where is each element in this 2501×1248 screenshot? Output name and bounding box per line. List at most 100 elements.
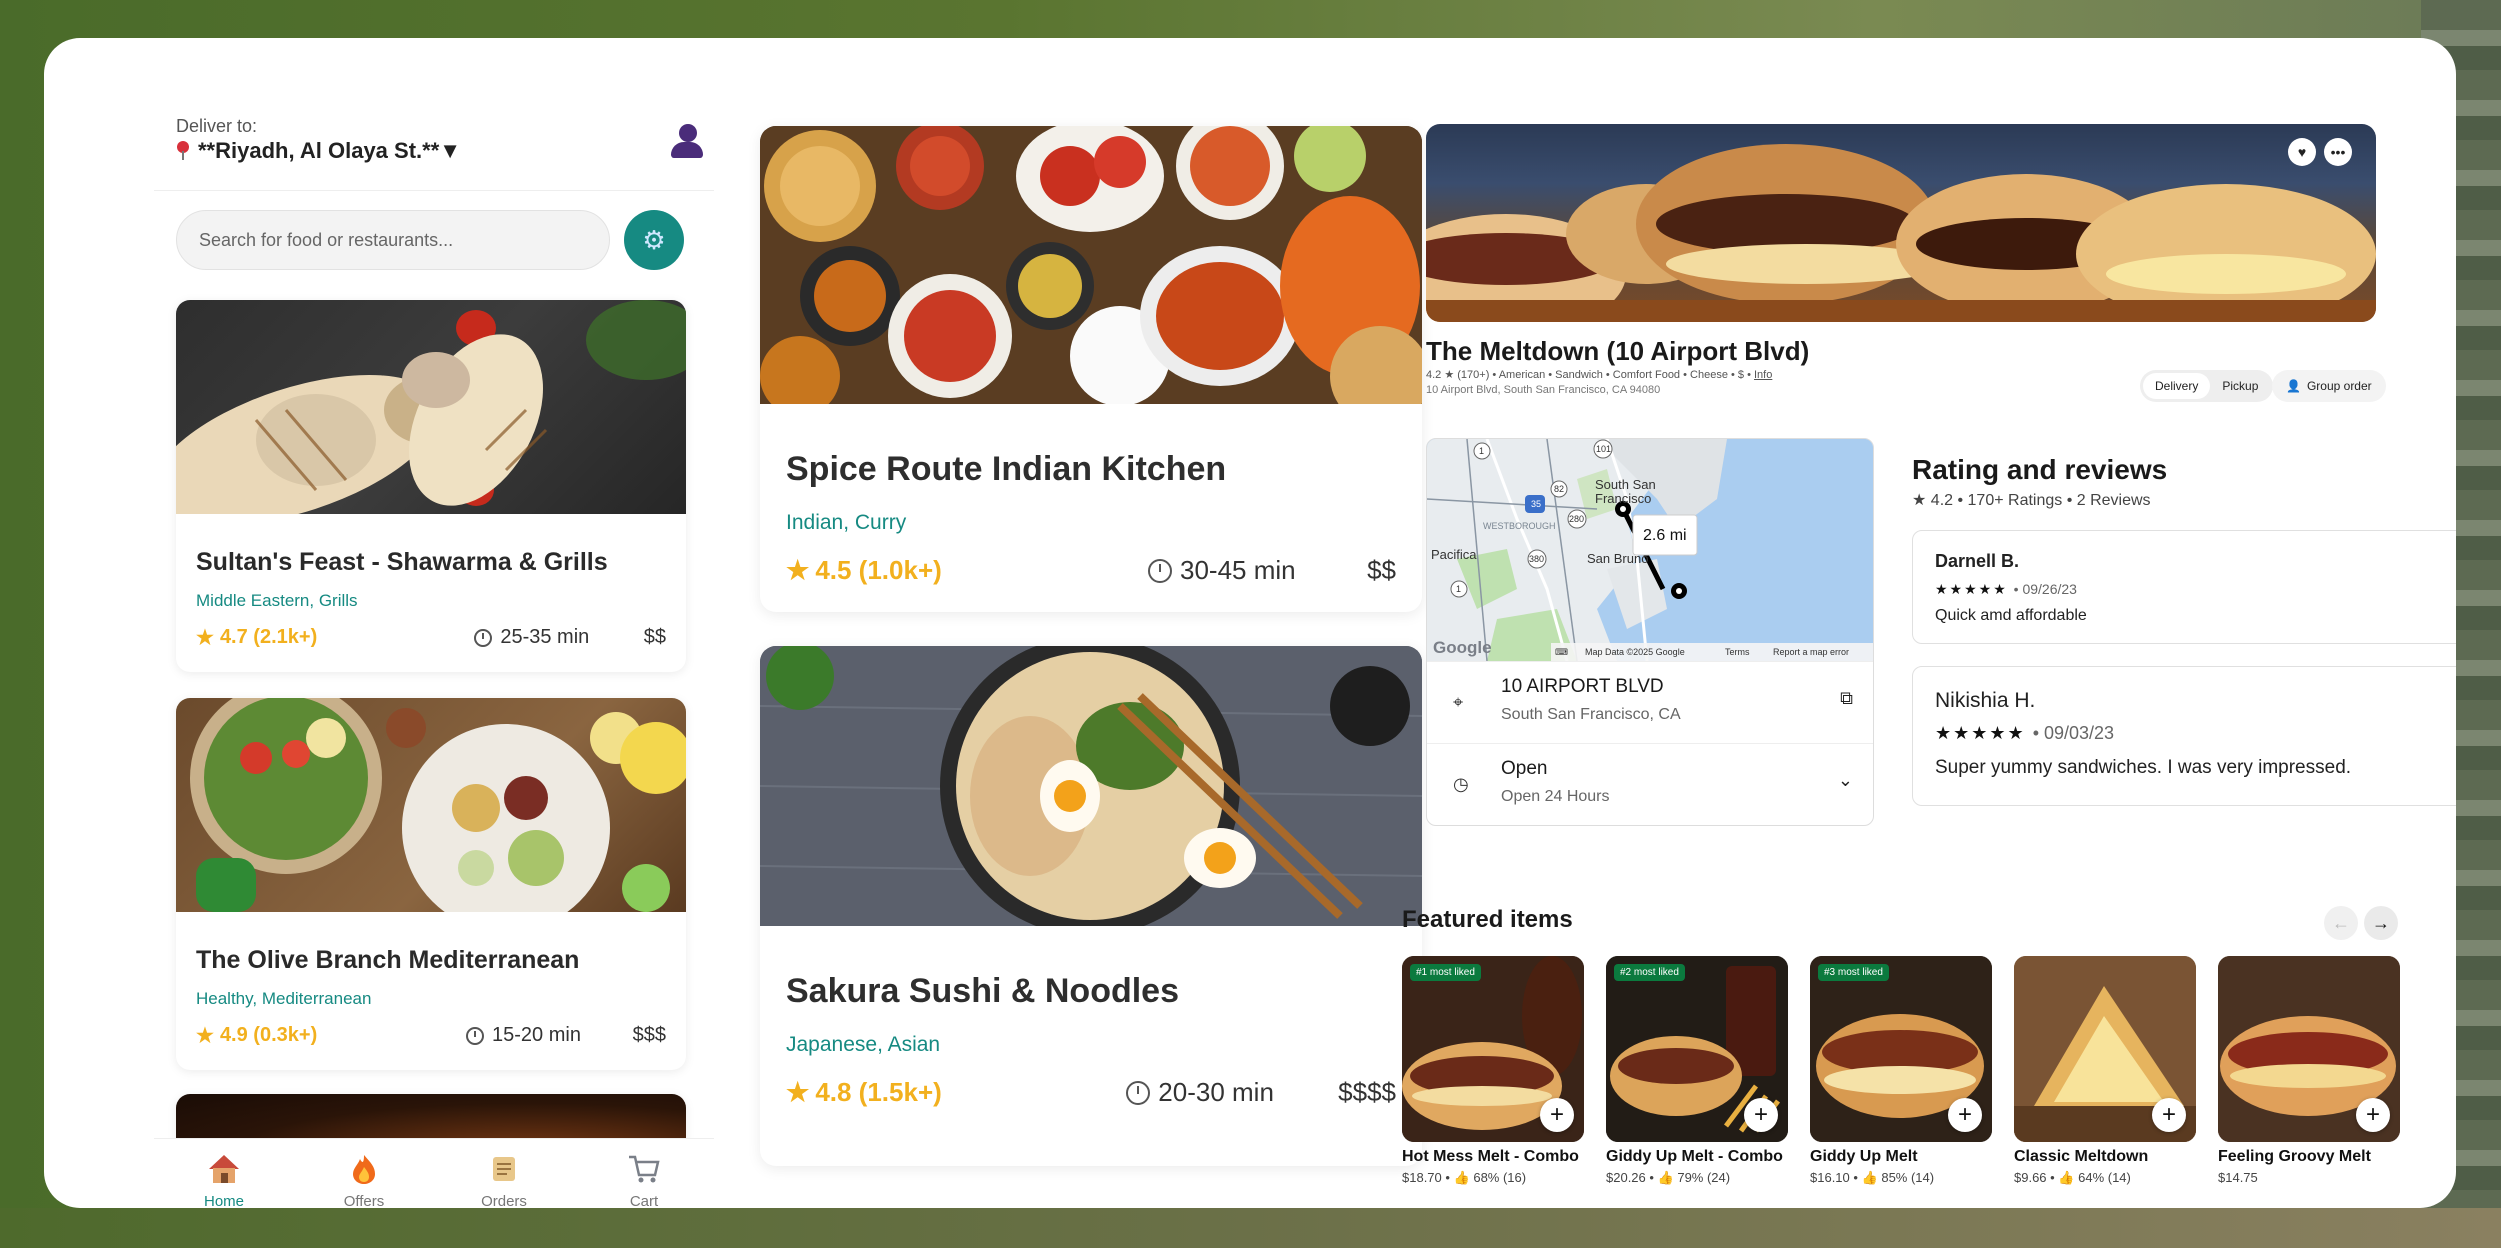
favorite-button[interactable]: ♥ bbox=[2288, 138, 2316, 166]
featured-item[interactable]: #1 most liked + Hot Mess Melt - Combo $1… bbox=[1402, 956, 1584, 1186]
more-button[interactable]: ••• bbox=[2324, 138, 2352, 166]
restaurant-rating: ★ 4.9 (0.3k+) bbox=[196, 1024, 318, 1047]
restaurant-meta: ★ 4.7 (2.1k+) 25-35 min $$ bbox=[196, 625, 666, 650]
store-name: The Meltdown (10 Airport Blvd) bbox=[1426, 336, 1810, 366]
featured-item[interactable]: #3 most liked + Giddy Up Melt $16.10 • 👍… bbox=[1810, 956, 1992, 1186]
review-card[interactable]: Darnell B. ★★★★★ • 09/26/23 Quick amd af… bbox=[1912, 530, 2456, 644]
reviewer-name: Nikishia H. bbox=[1935, 689, 2036, 712]
review-card[interactable]: Nikishia H. ★★★★★ • 09/03/23 Super yummy… bbox=[1912, 666, 2456, 806]
star-icon: ★ bbox=[196, 1025, 214, 1047]
map-label: Francisco bbox=[1595, 491, 1651, 506]
featured-item[interactable]: + Classic Meltdown $9.66 • 👍 64% (14) bbox=[2014, 956, 2196, 1186]
pickup-option[interactable]: Pickup bbox=[2210, 373, 2270, 399]
address-row[interactable]: ⌖ 10 AIRPORT BLVD South San Francisco, C… bbox=[1427, 661, 1873, 743]
price-level: $$ bbox=[1367, 555, 1397, 585]
sandwich-image: #2 most liked + bbox=[1606, 956, 1788, 1142]
restaurant-cuisine: Middle Eastern, Grills bbox=[196, 591, 358, 610]
distance-label: 2.6 mi bbox=[1643, 527, 1687, 544]
restaurant-card[interactable]: Spice Route Indian Kitchen Indian, Curry… bbox=[760, 126, 1422, 612]
search-input[interactable]: Search for food or restaurants... bbox=[176, 210, 610, 270]
review-stars: ★★★★★ • 09/26/23 bbox=[1935, 581, 2077, 597]
nav-label: Offers bbox=[343, 1193, 385, 1208]
add-button[interactable]: + bbox=[2152, 1098, 2186, 1132]
review-date: • 09/26/23 bbox=[2013, 581, 2077, 597]
store-address: 10 Airport Blvd, South San Francisco, CA… bbox=[1426, 384, 1661, 396]
hours-row[interactable]: ◷ Open Open 24 Hours ⌄ bbox=[1427, 743, 1873, 825]
clock-icon: ◷ bbox=[1453, 774, 1469, 794]
shawarma-image bbox=[176, 300, 686, 514]
nav-cart[interactable]: Cart bbox=[574, 1139, 714, 1208]
nav-offers[interactable]: Offers bbox=[294, 1139, 434, 1208]
more-icon: ••• bbox=[2330, 144, 2346, 160]
restaurant-card[interactable]: Sultan's Feast - Shawarma & Grills Middl… bbox=[176, 300, 686, 672]
star-icon: ★ bbox=[786, 1077, 810, 1107]
route-shield: 1 bbox=[1479, 446, 1484, 456]
info-link[interactable]: Info bbox=[1754, 369, 1772, 381]
google-logo: Google bbox=[1433, 638, 1492, 657]
sandwich-image: #3 most liked + bbox=[1810, 956, 1992, 1142]
nav-home[interactable]: Home bbox=[154, 1139, 294, 1208]
clock-icon bbox=[466, 1026, 484, 1045]
next-button[interactable]: → bbox=[2364, 906, 2398, 940]
map-footer-text: Map Data ©2025 Google bbox=[1585, 647, 1685, 657]
background-strip bbox=[0, 1208, 2501, 1248]
add-button[interactable]: + bbox=[1744, 1098, 1778, 1132]
map-footer-text: Terms bbox=[1725, 647, 1750, 657]
restaurant-card[interactable]: The Olive Branch Mediterranean Healthy, … bbox=[176, 698, 686, 1070]
reviews-summary: ★ 4.2 • 170+ Ratings • 2 Reviews bbox=[1912, 492, 2151, 509]
location-selector[interactable]: **Riyadh, Al Olaya St.**▼ bbox=[176, 138, 461, 164]
featured-item[interactable]: + Feeling Groovy Melt $14.75 bbox=[2218, 956, 2400, 1185]
item-name: Feeling Groovy Melt bbox=[2218, 1148, 2371, 1165]
review-text: Quick amd affordable bbox=[1935, 607, 2087, 624]
copy-icon[interactable]: ⧉ bbox=[1840, 688, 1853, 709]
nav-orders[interactable]: Orders bbox=[434, 1139, 574, 1208]
reviews-title: Rating and reviews bbox=[1912, 454, 2168, 485]
pin-icon bbox=[176, 141, 190, 161]
restaurant-meta: ★ 4.5 (1.0k+) 30-45 min $$ bbox=[786, 555, 1396, 586]
filter-button[interactable]: ⚙ bbox=[624, 210, 684, 270]
delivery-pickup-toggle[interactable]: Delivery Pickup bbox=[2140, 370, 2274, 402]
salad-image bbox=[176, 698, 686, 912]
map[interactable]: 35 1 101 82 280 380 1 South San Francisc… bbox=[1427, 439, 1873, 661]
clock-icon bbox=[1148, 558, 1172, 583]
price-level: $$ bbox=[643, 626, 666, 648]
restaurant-cuisine: Indian, Curry bbox=[786, 511, 907, 534]
star-icon: ★ bbox=[786, 555, 810, 585]
group-order-button[interactable]: 👤 Group order bbox=[2272, 370, 2386, 402]
item-meta: $20.26 • 👍 79% (24) bbox=[1606, 1170, 1731, 1185]
main-panel: Deliver to: **Riyadh, Al Olaya St.**▼ Se… bbox=[44, 38, 2456, 1208]
heart-icon: ♥ bbox=[2297, 144, 2307, 160]
restaurant-rating: ★ 4.5 (1.0k+) bbox=[786, 555, 942, 585]
user-plus-icon: 👤 bbox=[2286, 379, 2301, 393]
map-label: South San bbox=[1595, 477, 1656, 492]
delivery-option[interactable]: Delivery bbox=[2143, 373, 2211, 399]
prev-button[interactable]: ← bbox=[2324, 906, 2358, 940]
location-text: **Riyadh, Al Olaya St.**▼ bbox=[198, 138, 462, 163]
add-button[interactable]: + bbox=[1540, 1098, 1574, 1132]
city-line: South San Francisco, CA bbox=[1501, 706, 1681, 723]
gear-icon: ⚙ bbox=[642, 224, 666, 255]
review-text: Super yummy sandwiches. I was very impre… bbox=[1935, 757, 2352, 778]
review-date: • 09/03/23 bbox=[2032, 723, 2115, 743]
restaurant-card[interactable]: Sakura Sushi & Noodles Japanese, Asian ★… bbox=[760, 646, 1422, 1166]
price-level: $$$$ bbox=[1338, 1077, 1396, 1107]
item-meta: $9.66 • 👍 64% (14) bbox=[2014, 1170, 2131, 1185]
review-stars: ★★★★★ • 09/03/23 bbox=[1935, 723, 2115, 743]
add-button[interactable]: + bbox=[1948, 1098, 1982, 1132]
route-shield: 82 bbox=[1554, 484, 1564, 494]
route-shield: 101 bbox=[1596, 444, 1611, 454]
ramen-image bbox=[760, 646, 1422, 926]
featured-item[interactable]: #2 most liked + Giddy Up Melt - Combo $2… bbox=[1606, 956, 1788, 1186]
arrow-left-icon: ← bbox=[2332, 912, 2350, 933]
profile-icon[interactable] bbox=[669, 122, 705, 160]
route-shield: 1 bbox=[1456, 584, 1461, 594]
nav-label: Home bbox=[203, 1193, 244, 1208]
add-button[interactable]: + bbox=[2356, 1098, 2390, 1132]
most-liked-badge: #2 most liked bbox=[1614, 964, 1685, 981]
map-label: Pacifica bbox=[1431, 547, 1477, 562]
keyboard-icon: ⌨ bbox=[1555, 647, 1568, 657]
chevron-down-icon[interactable]: ⌄ bbox=[1838, 770, 1853, 791]
indian-food-image bbox=[760, 126, 1422, 404]
map-footer-text: Report a map error bbox=[1773, 647, 1849, 657]
item-name: Classic Meltdown bbox=[2014, 1148, 2149, 1165]
